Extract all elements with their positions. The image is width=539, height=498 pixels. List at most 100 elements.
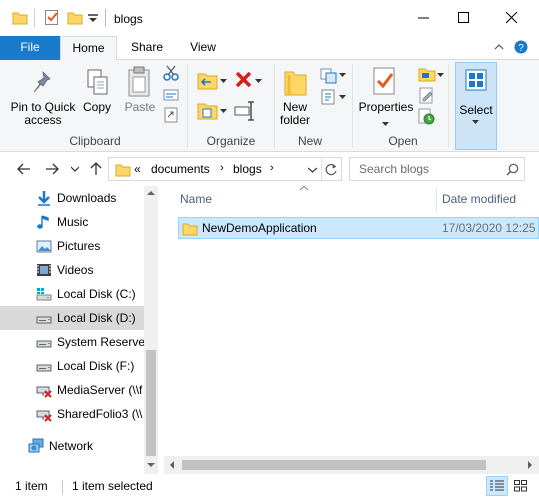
expand-ribbon-chevron-icon[interactable] bbox=[494, 42, 504, 52]
new-folder-quick-icon[interactable] bbox=[67, 10, 83, 26]
back-arrow-icon bbox=[17, 163, 30, 175]
pin-icon bbox=[33, 70, 51, 93]
breadcrumb-documents[interactable]: documents bbox=[151, 162, 210, 176]
delete-icon[interactable] bbox=[234, 70, 254, 90]
tab-file[interactable]: File bbox=[0, 36, 60, 60]
address-row: « documents › blogs › Search blogs bbox=[0, 152, 539, 186]
forward-arrow-icon bbox=[46, 163, 59, 175]
nav-item-pictures[interactable]: Pictures bbox=[4, 234, 144, 258]
column-separator[interactable] bbox=[436, 188, 437, 212]
help-icon[interactable]: ? bbox=[514, 40, 528, 54]
details-view-button[interactable] bbox=[486, 476, 508, 496]
cut-scissors-icon[interactable] bbox=[163, 65, 179, 81]
breadcrumb-separator-icon[interactable]: › bbox=[220, 162, 224, 174]
new-item-chevron-icon[interactable] bbox=[339, 73, 347, 79]
move-to-icon[interactable] bbox=[197, 70, 221, 92]
nav-item-local-disk-d[interactable]: Local Disk (D:) bbox=[0, 306, 144, 330]
select-label: Select bbox=[459, 103, 493, 117]
copy-icon bbox=[87, 69, 108, 95]
nav-item-sharedfolio3[interactable]: SharedFolio3 (\\ bbox=[4, 402, 144, 426]
copy-button[interactable]: Copy bbox=[80, 101, 114, 114]
delete-chevron-icon[interactable] bbox=[255, 79, 263, 85]
network-drive-disconnected-icon bbox=[36, 410, 52, 422]
nav-item-network[interactable]: Network bbox=[0, 434, 136, 458]
horizontal-scrollbar[interactable] bbox=[164, 456, 539, 474]
select-chevron-icon bbox=[472, 120, 479, 124]
nav-label: System Reserved bbox=[57, 335, 152, 349]
back-button[interactable] bbox=[15, 160, 33, 178]
search-box[interactable]: Search blogs bbox=[349, 157, 525, 181]
copy-to-icon[interactable] bbox=[197, 100, 221, 122]
nav-item-local-disk-c[interactable]: Local Disk (C:) bbox=[4, 282, 144, 306]
folder-icon bbox=[115, 164, 131, 177]
history-icon[interactable] bbox=[418, 108, 436, 126]
properties-chevron-icon[interactable] bbox=[382, 122, 390, 128]
paste-button[interactable]: Paste bbox=[122, 101, 158, 114]
search-icon[interactable] bbox=[506, 163, 519, 176]
select-button[interactable]: Select bbox=[455, 62, 497, 150]
network-drive-disconnected-icon bbox=[36, 386, 52, 398]
file-date-modified: 17/03/2020 12:25 bbox=[442, 221, 536, 235]
open-chevron-icon[interactable] bbox=[437, 73, 445, 79]
nav-item-videos[interactable]: Videos bbox=[4, 258, 144, 282]
pin-to-quick-access-button[interactable]: Pin to Quick access bbox=[6, 101, 80, 127]
new-folder-button[interactable]: New folder bbox=[275, 101, 315, 127]
scroll-left-icon[interactable] bbox=[169, 461, 175, 469]
scroll-up-icon[interactable] bbox=[147, 190, 155, 196]
nav-item-system-reserved[interactable]: System Reserved bbox=[4, 330, 152, 354]
clipboard-group-label: Clipboard bbox=[69, 134, 121, 148]
up-button[interactable] bbox=[87, 160, 105, 178]
select-grid-icon bbox=[465, 69, 487, 91]
customize-quick-access-chevron-icon[interactable] bbox=[88, 13, 98, 23]
navigation-pane: Downloads Music Pictures Videos Local Di… bbox=[0, 186, 158, 474]
new-item-icon[interactable] bbox=[320, 66, 338, 84]
address-bar[interactable]: « documents › blogs › bbox=[108, 157, 342, 181]
nav-pane-scrollbar[interactable] bbox=[144, 186, 158, 474]
copy-to-chevron-icon[interactable] bbox=[220, 109, 228, 115]
nav-label: Videos bbox=[57, 263, 94, 277]
music-note-icon bbox=[37, 215, 49, 229]
horizontal-scroll-thumb[interactable] bbox=[182, 460, 486, 470]
nav-item-music[interactable]: Music bbox=[4, 210, 144, 234]
large-icons-view-button[interactable] bbox=[510, 476, 532, 496]
column-header-date-modified[interactable]: Date modified bbox=[442, 192, 516, 206]
nav-item-mediaserver[interactable]: MediaServer (\\f bbox=[4, 378, 144, 402]
title-separator bbox=[105, 9, 106, 27]
open-icon[interactable] bbox=[418, 66, 436, 82]
tab-home[interactable]: Home bbox=[60, 36, 117, 61]
scroll-down-icon[interactable] bbox=[147, 462, 155, 468]
group-separator bbox=[448, 64, 449, 148]
tab-share[interactable]: Share bbox=[124, 36, 170, 60]
refresh-icon[interactable] bbox=[325, 163, 338, 176]
scroll-right-icon[interactable] bbox=[527, 461, 533, 469]
tab-view[interactable]: View bbox=[180, 36, 226, 60]
column-header-name[interactable]: Name bbox=[180, 192, 212, 206]
forward-button[interactable] bbox=[43, 160, 61, 178]
edit-icon[interactable] bbox=[419, 87, 435, 105]
address-overflow[interactable]: « bbox=[134, 162, 141, 176]
copy-path-icon[interactable] bbox=[163, 88, 179, 102]
search-placeholder: Search blogs bbox=[359, 162, 430, 176]
paste-shortcut-icon[interactable] bbox=[164, 107, 178, 123]
easy-access-icon[interactable] bbox=[320, 88, 338, 106]
properties-check-icon[interactable] bbox=[44, 9, 60, 26]
recent-locations-button[interactable] bbox=[66, 160, 84, 178]
properties-button[interactable]: Properties bbox=[356, 101, 416, 114]
nav-item-local-disk-f[interactable]: Local Disk (F:) bbox=[4, 354, 144, 378]
folder-icon bbox=[12, 12, 28, 25]
svg-text:?: ? bbox=[518, 43, 524, 54]
move-to-chevron-icon[interactable] bbox=[220, 79, 228, 85]
close-button[interactable] bbox=[489, 0, 535, 36]
nav-item-downloads[interactable]: Downloads bbox=[4, 186, 144, 210]
nav-scroll-thumb[interactable] bbox=[146, 350, 156, 456]
easy-access-chevron-icon[interactable] bbox=[339, 95, 347, 101]
table-row[interactable]: NewDemoApplication 17/03/2020 12:25 bbox=[178, 217, 539, 239]
status-separator bbox=[62, 480, 63, 494]
breadcrumb-blogs[interactable]: blogs bbox=[233, 162, 262, 176]
address-history-chevron-icon[interactable] bbox=[308, 167, 317, 173]
maximize-button[interactable] bbox=[441, 0, 487, 36]
close-icon bbox=[506, 12, 518, 24]
rename-icon[interactable] bbox=[234, 100, 256, 122]
breadcrumb-separator-icon[interactable]: › bbox=[270, 162, 274, 174]
group-separator bbox=[352, 64, 353, 148]
